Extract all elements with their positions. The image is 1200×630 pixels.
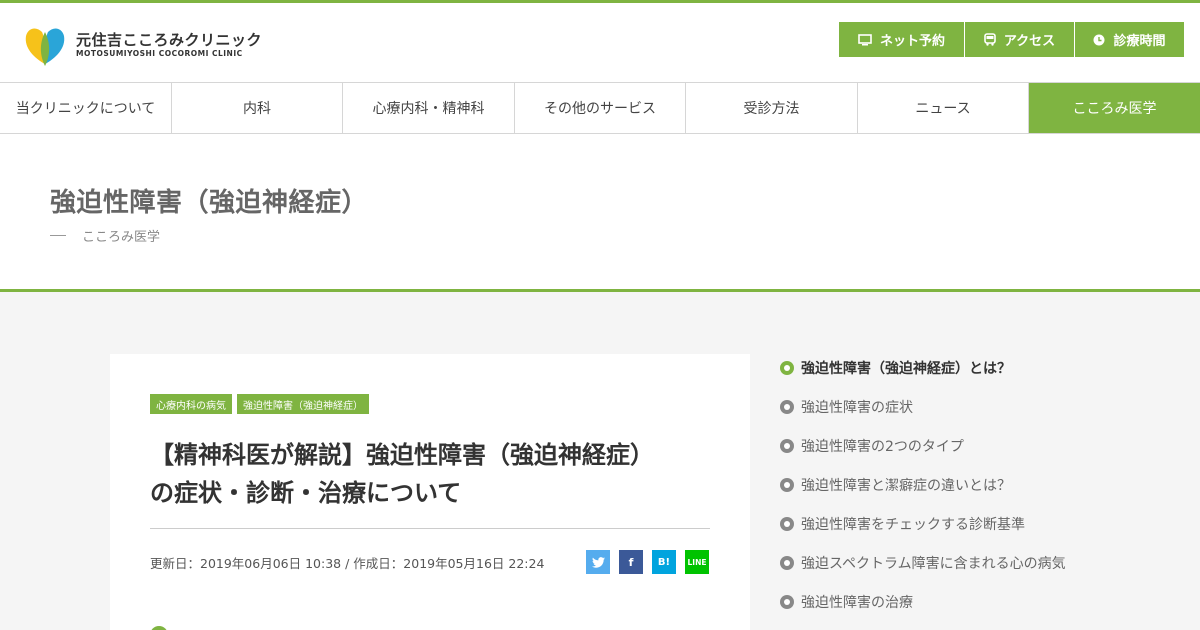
nav-item-other-services[interactable]: その他のサービス	[515, 83, 686, 133]
access-button[interactable]: アクセス	[964, 22, 1074, 57]
nav-item-about[interactable]: 当クリニックについて	[0, 83, 172, 133]
nav-item-internal-medicine[interactable]: 内科	[172, 83, 343, 133]
divider	[150, 528, 710, 529]
online-reservation-label: ネット予約	[879, 34, 945, 49]
nav-item-label: ニュース	[915, 101, 971, 117]
article-tags: 心療内科の病気 強迫性障害（強迫神経症）	[150, 394, 374, 414]
table-of-contents: 強迫性障害（強迫神経症）とは？ 強迫性障害の症状 強迫性障害の2つのタイプ 強迫…	[780, 358, 1066, 630]
nav-item-label: 受診方法	[743, 101, 800, 117]
toc-bullet-icon	[780, 478, 794, 492]
toc-item-diagnostic-criteria[interactable]: 強迫性障害をチェックする診断基準	[780, 514, 1066, 553]
bus-icon	[984, 33, 996, 46]
toc-item-label: 強迫性障害の治療	[801, 595, 913, 611]
page-category: こころみ医学	[50, 226, 160, 245]
section-heading-partial	[150, 626, 168, 630]
clinic-logo-icon	[20, 22, 70, 68]
created-date: 作成日：2019年05月16日 22:24	[353, 556, 545, 571]
toc-bullet-icon	[780, 439, 794, 453]
toc-bullet-icon	[780, 517, 794, 531]
toc-item-spectrum-disorders[interactable]: 強迫スペクトラム障害に含まれる心の病気	[780, 553, 1066, 592]
toc-item-label: 強迫性障害の症状	[801, 400, 913, 416]
nav-item-label: その他のサービス	[544, 101, 656, 117]
toc-bullet-icon	[780, 361, 794, 375]
divider	[50, 235, 66, 236]
page-title: 強迫性障害（強迫神経症）	[50, 188, 369, 218]
nav-item-psychiatry[interactable]: 心療内科・精神科	[343, 83, 515, 133]
toc-bullet-icon	[780, 556, 794, 570]
clinic-hours-button[interactable]: 診療時間	[1074, 22, 1184, 57]
site-name-jp: 元住吉こころみクリニック	[76, 31, 263, 49]
page-category-label: こころみ医学	[82, 230, 161, 245]
nav-item-news[interactable]: ニュース	[858, 83, 1029, 133]
tag-ocd[interactable]: 強迫性障害（強迫神経症）	[237, 394, 369, 414]
toc-bullet-icon	[780, 400, 794, 414]
page-title-section: 強迫性障害（強迫神経症） こころみ医学	[0, 134, 1200, 292]
toc-item-label: 強迫性障害の2つのタイプ	[801, 439, 964, 455]
toc-item-label: 強迫性障害（強迫神経症）とは？	[801, 361, 1011, 377]
facebook-share-button[interactable]: f	[619, 550, 643, 574]
toc-bullet-icon	[780, 595, 794, 609]
nav-item-label: 内科	[243, 101, 271, 117]
online-reservation-button[interactable]: ネット予約	[839, 22, 964, 57]
line-share-button[interactable]: LINE	[685, 550, 709, 574]
clinic-hours-label: 診療時間	[1113, 34, 1166, 49]
site-logo[interactable]: 元住吉こころみクリニック MOTOSUMIYOSHI COCOROMI CLIN…	[20, 23, 262, 67]
article-title: 【精神科医が解説】強迫性障害（強迫神経症）の症状・診断・治療について	[150, 441, 654, 507]
clock-icon	[1093, 34, 1105, 45]
site-header: 元住吉こころみクリニック MOTOSUMIYOSHI COCOROMI CLIN…	[0, 3, 1200, 83]
toc-item-label: 強迫性障害と潔癖症の違いとは？	[801, 478, 1011, 494]
nav-item-how-to-visit[interactable]: 受診方法	[686, 83, 858, 133]
article-card: 心療内科の病気 強迫性障害（強迫神経症） 【精神科医が解説】強迫性障害（強迫神経…	[110, 354, 750, 630]
toc-item-vs-mysophobia[interactable]: 強迫性障害と潔癖症の違いとは？	[780, 475, 1066, 514]
article-dates: 更新日：2019年06月06日 10:38 / 作成日：2019年05月16日 …	[150, 553, 544, 572]
hatena-bookmark-button[interactable]: B!	[652, 550, 676, 574]
share-buttons: f B! LINE	[586, 550, 709, 574]
main-nav: 当クリニックについて 内科 心療内科・精神科 その他のサービス 受診方法 ニュー…	[0, 82, 1200, 134]
nav-item-cocoromi-medicine[interactable]: こころみ医学	[1029, 83, 1200, 133]
toc-item-label: 強迫性障害をチェックする診断基準	[801, 517, 1025, 533]
nav-item-label: 心療内科・精神科	[372, 101, 485, 117]
nav-item-label: 当クリニックについて	[15, 101, 156, 117]
section-bullet-icon	[150, 626, 168, 630]
site-name-en: MOTOSUMIYOSHI COCOROMI CLINIC	[76, 49, 243, 58]
updated-date: 更新日：2019年06月06日 10:38 /	[150, 556, 350, 571]
nav-item-label: こころみ医学	[1072, 101, 1157, 117]
access-label: アクセス	[1003, 34, 1056, 49]
header-buttons: ネット予約 アクセス 診療時間	[839, 22, 1184, 57]
toc-item-label: 強迫スペクトラム障害に含まれる心の病気	[801, 556, 1066, 572]
twitter-share-button[interactable]	[586, 550, 610, 574]
twitter-icon	[591, 556, 605, 568]
toc-item-symptoms[interactable]: 強迫性障害の症状	[780, 397, 1066, 436]
toc-item-two-types[interactable]: 強迫性障害の2つのタイプ	[780, 436, 1066, 475]
monitor-icon	[858, 33, 872, 45]
toc-item-treatment[interactable]: 強迫性障害の治療	[780, 592, 1066, 630]
tag-psychosomatic[interactable]: 心療内科の病気	[150, 394, 232, 414]
toc-item-what-is-ocd[interactable]: 強迫性障害（強迫神経症）とは？	[780, 358, 1066, 397]
